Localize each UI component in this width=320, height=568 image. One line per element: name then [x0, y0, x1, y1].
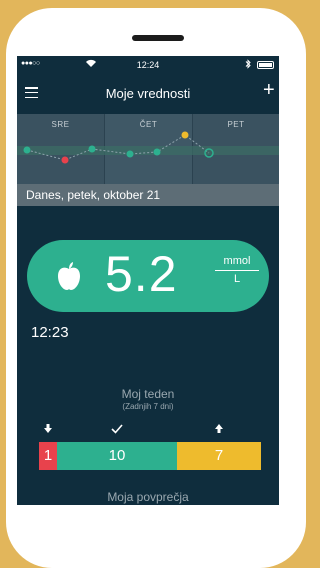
- reading-point-normal[interactable]: [126, 150, 134, 158]
- my-week-subtitle: (Zadnjih 7 dni): [122, 402, 174, 411]
- reading-point-low[interactable]: [61, 156, 69, 164]
- week-strip[interactable]: SRE ČET PET: [17, 114, 279, 184]
- reading-point-high[interactable]: [181, 131, 189, 139]
- reading-point-normal[interactable]: [23, 146, 31, 154]
- arrow-down-icon: [42, 424, 54, 436]
- low-count-bar[interactable]: 1: [39, 442, 57, 470]
- navigation-bar: Moje vrednosti +: [17, 74, 279, 114]
- reading-time: 12:23: [31, 324, 69, 341]
- bluetooth-icon: [245, 59, 251, 71]
- app-screen: ●●●○○ 12:24 Moje vrednosti + SRE ČET PET: [17, 56, 279, 505]
- page-title: Moje vrednosti: [105, 86, 191, 101]
- trend-chart: [23, 131, 214, 164]
- date-header: Danes, petek, oktober 21: [17, 184, 279, 206]
- glucose-value: 5.2: [105, 246, 178, 302]
- trend-line: [26, 134, 210, 161]
- menu-icon[interactable]: [25, 87, 38, 99]
- averages-title: Moja povprečja: [107, 490, 189, 504]
- status-bar: ●●●○○ 12:24: [17, 56, 279, 74]
- normal-count-bar[interactable]: 10: [57, 442, 177, 470]
- reading-point-normal[interactable]: [153, 148, 161, 156]
- apple-icon: [55, 261, 83, 291]
- high-count-bar[interactable]: 7: [177, 442, 261, 470]
- checkmark-icon: [111, 424, 123, 436]
- my-week-title: Moj teden: [121, 387, 175, 401]
- battery-icon: [257, 61, 274, 69]
- reading-point-normal[interactable]: [88, 145, 96, 153]
- arrow-up-icon: [213, 424, 225, 436]
- phone-speaker: [132, 35, 184, 41]
- unit-numerator: mmol: [215, 255, 259, 271]
- unit-fraction: mmol L: [215, 255, 259, 285]
- add-icon[interactable]: +: [263, 80, 275, 100]
- latest-reading-card[interactable]: 5.2 mmol L: [27, 240, 269, 312]
- unit-denominator: L: [233, 273, 241, 285]
- status-time: 12:24: [136, 60, 160, 70]
